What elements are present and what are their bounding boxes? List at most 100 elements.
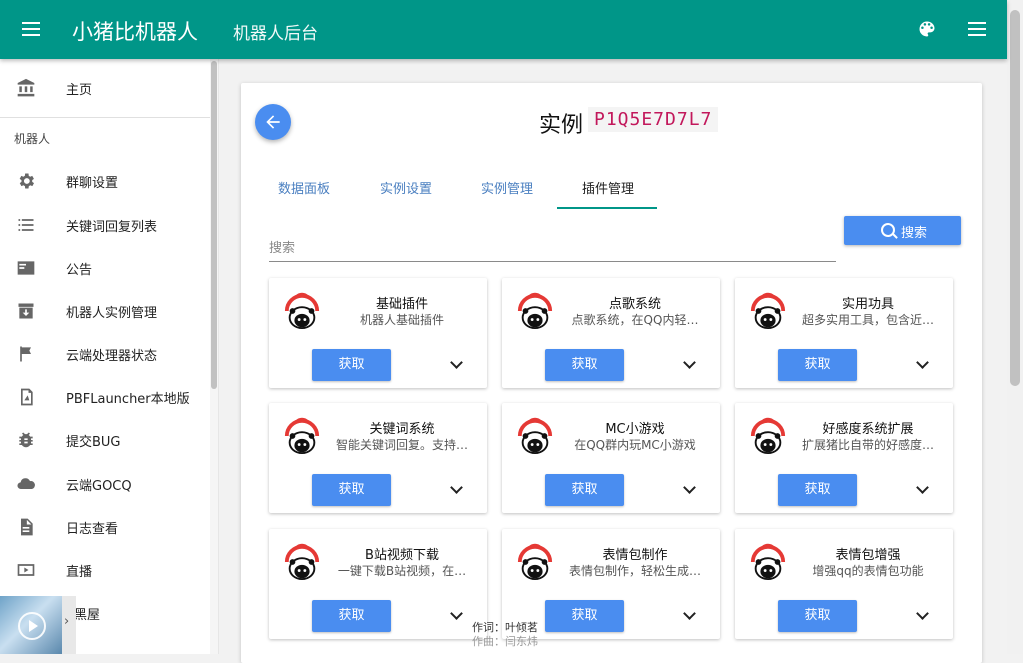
sidebar-item-instance-management[interactable]: 机器人实例管理: [0, 291, 208, 331]
get-plugin-button[interactable]: 获取: [545, 474, 624, 506]
sidebar-item-live[interactable]: 直播: [0, 550, 208, 590]
palette-icon[interactable]: [917, 19, 937, 39]
plugin-description: 在QQ群内玩MC小游戏: [574, 438, 696, 452]
page-scrollbar[interactable]: [1007, 0, 1023, 654]
get-plugin-button[interactable]: 获取: [312, 474, 391, 506]
chevron-down-icon[interactable]: [913, 607, 931, 625]
chevron-down-icon[interactable]: [447, 356, 465, 374]
app-header: 小猪比机器人 机器人后台: [0, 0, 1007, 59]
sidebar-item-logs[interactable]: 日志查看: [0, 507, 208, 547]
tv-icon: [17, 564, 35, 576]
sidebar-section-title: 机器人: [14, 132, 51, 146]
menu-icon[interactable]: [966, 18, 988, 40]
page-subtitle: 机器人后台: [233, 24, 318, 44]
flag-icon: [20, 346, 31, 362]
sidebar-item-cloud-status[interactable]: 云端处理器状态: [0, 334, 208, 374]
sidebar-item-home[interactable]: 主页: [0, 68, 208, 108]
chevron-down-icon[interactable]: [680, 607, 698, 625]
sidebar-item-label: 提交BUG: [66, 435, 121, 450]
search-icon: [881, 223, 895, 237]
plugin-logo-icon: [749, 290, 787, 332]
plugin-logo-icon: [749, 541, 787, 583]
search-input[interactable]: [269, 233, 836, 262]
arrow-left-icon: [266, 115, 280, 129]
announcement-icon: [17, 261, 35, 275]
get-plugin-button[interactable]: 获取: [778, 349, 857, 381]
get-plugin-button[interactable]: 获取: [778, 474, 857, 506]
sidebar-item-group-settings[interactable]: 群聊设置: [0, 161, 208, 201]
tab-instance-management[interactable]: 实例管理: [481, 178, 533, 197]
plugin-name: 基础插件: [375, 297, 428, 312]
plugin-name: 点歌系统: [608, 297, 661, 312]
sidebar-item-label: 公告: [66, 263, 93, 278]
plugin-description: 点歌系统，在QQ内轻…: [571, 313, 699, 327]
plugin-description: 表情包制作，轻松生成…: [568, 564, 701, 578]
active-tab-indicator: [557, 207, 657, 209]
plugin-logo-icon: [516, 415, 554, 457]
sidebar-item-label: 直播: [66, 565, 93, 580]
search-button-label: 搜索: [901, 226, 928, 241]
get-plugin-button[interactable]: 获取: [312, 349, 391, 381]
chevron-down-icon[interactable]: [913, 481, 931, 499]
page-title: 实例: [539, 113, 584, 138]
plugin-description: 智能关键词回复。支持…: [335, 438, 468, 452]
tab-instance-settings[interactable]: 实例设置: [380, 178, 432, 197]
chevron-down-icon[interactable]: [447, 607, 465, 625]
sidebar-item-label: 云端GOCQ: [66, 479, 132, 494]
app-title[interactable]: 小猪比机器人: [72, 16, 198, 46]
plugin-logo-icon: [283, 541, 321, 583]
archive-icon: [18, 303, 34, 319]
video-thumbnail[interactable]: [0, 596, 62, 654]
get-plugin-button[interactable]: 获取: [778, 600, 857, 632]
chevron-down-icon[interactable]: [680, 356, 698, 374]
scrollbar-thumb[interactable]: [1010, 10, 1020, 386]
chevron-down-icon[interactable]: [447, 481, 465, 499]
document-icon: [21, 518, 33, 536]
plugin-logo-icon: [516, 541, 554, 583]
sidebar-item-label: 日志查看: [66, 522, 119, 537]
plugin-description: 超多实用工具，包含近…: [801, 313, 934, 327]
plugin-description: 增强qq的表情包功能: [812, 564, 924, 578]
back-button[interactable]: [255, 104, 291, 140]
sidebar-item-keyword-replies[interactable]: 关键词回复列表: [0, 205, 208, 245]
get-plugin-button[interactable]: 获取: [545, 349, 624, 381]
sidebar-item-label: 群聊设置: [66, 176, 119, 191]
chevron-right-icon: ›: [64, 614, 70, 629]
plugin-name: 好感度系统扩展: [822, 422, 914, 437]
sidebar: 主页 机器人 群聊设置 关键词回复列表 公告 机器人实例管理 云端处理器状态 P…: [0, 59, 219, 654]
get-plugin-button[interactable]: 获取: [312, 600, 391, 632]
instance-code: P1Q5E7D7L7: [588, 107, 719, 132]
menu-icon[interactable]: [20, 18, 42, 40]
sidebar-item-submit-bug[interactable]: 提交BUG: [0, 420, 208, 460]
sidebar-item-label: 黑屋: [74, 608, 101, 623]
plugin-card: 点歌系统 点歌系统，在QQ内轻… 获取: [502, 278, 720, 388]
chevron-down-icon[interactable]: [680, 481, 698, 499]
sidebar-item-label: 主页: [66, 83, 93, 98]
gear-icon: [19, 173, 34, 189]
plugin-card: 实用功具 超多实用工具，包含近… 获取: [735, 278, 953, 388]
tab-plugin-management[interactable]: 插件管理: [582, 178, 634, 197]
sidebar-scrollbar[interactable]: [210, 59, 218, 654]
get-plugin-button[interactable]: 获取: [545, 600, 624, 632]
play-icon[interactable]: [18, 612, 46, 640]
search-button[interactable]: 搜索: [844, 216, 961, 245]
sidebar-item-announcement[interactable]: 公告: [0, 248, 208, 288]
sidebar-item-pbflauncher[interactable]: PBFLauncher本地版: [0, 377, 208, 417]
tab-data-panel[interactable]: 数据面板: [278, 178, 330, 197]
sidebar-item-label: PBFLauncher本地版: [66, 392, 190, 407]
bug-icon: [19, 432, 33, 448]
chevron-down-icon[interactable]: [913, 356, 931, 374]
sidebar-item-label: 关键词回复列表: [66, 220, 158, 235]
plugin-logo-icon: [283, 290, 321, 332]
plugin-card: 关键词系统 智能关键词回复。支持… 获取: [269, 403, 487, 513]
lyric-line: 作曲：闫东炜: [472, 635, 538, 648]
plugin-logo-icon: [516, 290, 554, 332]
collapse-video-button[interactable]: ›: [62, 596, 76, 654]
cloud-icon: [17, 478, 35, 490]
plugin-card: 好感度系统扩展 扩展猪比自带的好感度… 获取: [735, 403, 953, 513]
instance-card: 实例 P1Q5E7D7L7 数据面板 实例设置 实例管理 插件管理 搜索 基础插…: [241, 83, 982, 663]
list-icon: [18, 219, 34, 231]
sidebar-item-cloud-gocq[interactable]: 云端GOCQ: [0, 464, 208, 504]
scrollbar-thumb[interactable]: [211, 61, 217, 389]
plugin-name: 关键词系统: [369, 422, 435, 437]
